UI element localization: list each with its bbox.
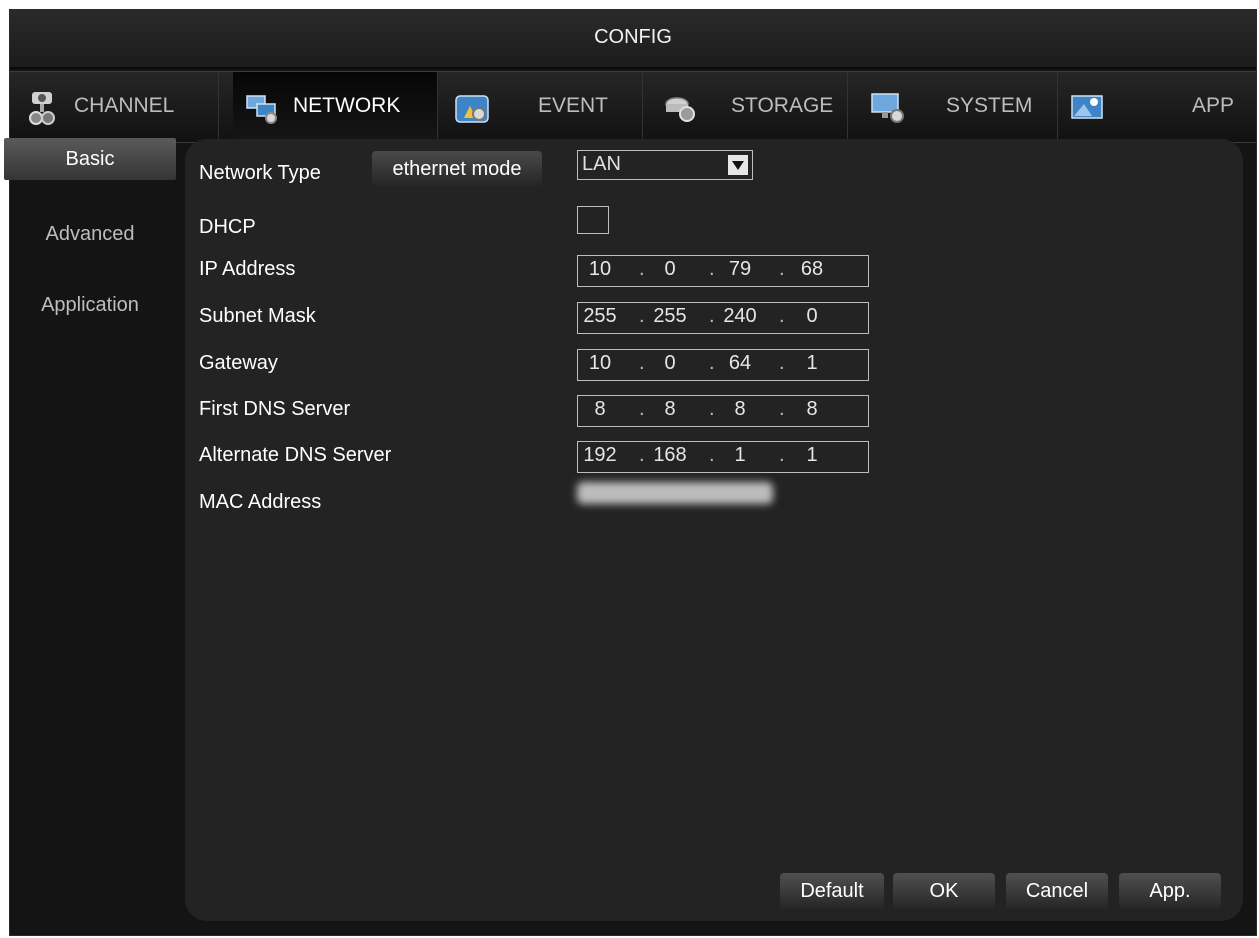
- ip-octet[interactable]: 0: [648, 258, 692, 281]
- ok-button[interactable]: OK: [893, 873, 995, 909]
- ip-octet[interactable]: 192: [578, 444, 622, 467]
- octet-separator: .: [779, 258, 785, 280]
- network-type-select[interactable]: LAN: [577, 150, 753, 180]
- ip-octet[interactable]: 1: [718, 444, 762, 467]
- tab-event[interactable]: EVENT: [438, 72, 643, 142]
- dropdown-arrow-icon: [728, 155, 748, 175]
- cancel-button[interactable]: Cancel: [1006, 873, 1108, 909]
- ip-octet[interactable]: 1: [790, 444, 834, 467]
- tab-label: NETWORK: [293, 94, 401, 117]
- network-icon: [246, 95, 277, 124]
- octet-separator: .: [639, 258, 645, 280]
- octet-separator: .: [779, 352, 785, 374]
- mac-address-label: MAC Address: [199, 491, 322, 513]
- ip-octet[interactable]: 8: [718, 398, 762, 421]
- apply-button[interactable]: App.: [1119, 873, 1221, 909]
- storage-icon: [665, 97, 695, 122]
- ip-octet[interactable]: 64: [718, 352, 762, 375]
- gateway-field[interactable]: 10 . 0 . 64 . 1: [577, 349, 869, 381]
- ip-octet[interactable]: 8: [578, 398, 622, 421]
- tab-label: CHANNEL: [74, 94, 175, 117]
- default-button[interactable]: Default: [780, 873, 884, 909]
- network-type-label: Network Type: [199, 162, 321, 184]
- tab-bar: CHANNEL NETWORK EVENT STORAGE SYSTEM APP: [10, 71, 1256, 143]
- octet-separator: .: [779, 444, 785, 466]
- window-title: CONFIG: [594, 26, 672, 48]
- tab-channel[interactable]: CHANNEL: [10, 72, 219, 142]
- tab-label: APP: [1192, 94, 1235, 117]
- tab-label: SYSTEM: [946, 94, 1033, 117]
- ip-octet[interactable]: 8: [790, 398, 834, 421]
- first-dns-field[interactable]: 8 . 8 . 8 . 8: [577, 395, 869, 427]
- ip-octet[interactable]: 1: [790, 352, 834, 375]
- ip-octet[interactable]: 0: [648, 352, 692, 375]
- dhcp-label: DHCP: [199, 216, 256, 238]
- ethernet-mode-button[interactable]: ethernet mode: [372, 151, 542, 187]
- ip-octet[interactable]: 10: [578, 258, 622, 281]
- mac-address-value-redacted: [577, 482, 773, 504]
- ip-address-label: IP Address: [199, 258, 296, 280]
- subnet-mask-field[interactable]: 255 . 255 . 240 . 0: [577, 302, 869, 334]
- ip-octet[interactable]: 10: [578, 352, 622, 375]
- ip-octet[interactable]: 240: [718, 305, 762, 328]
- octet-separator: .: [779, 398, 785, 420]
- ip-octet[interactable]: 168: [648, 444, 692, 467]
- sidebar-item-basic[interactable]: Basic: [4, 138, 176, 180]
- tab-label: EVENT: [538, 94, 609, 117]
- octet-separator: .: [709, 398, 715, 420]
- octet-separator: .: [709, 258, 715, 280]
- gateway-label: Gateway: [199, 352, 278, 374]
- sidebar-item-application[interactable]: Application: [4, 284, 176, 326]
- tab-storage[interactable]: STORAGE: [643, 72, 848, 142]
- ip-octet[interactable]: 255: [578, 305, 622, 328]
- dhcp-checkbox[interactable]: [577, 206, 609, 234]
- tab-system[interactable]: SYSTEM: [848, 72, 1058, 142]
- sidebar-item-advanced[interactable]: Advanced: [4, 213, 176, 255]
- alternate-dns-field[interactable]: 192 . 168 . 1 . 1: [577, 441, 869, 473]
- camera-icon: [29, 92, 55, 125]
- octet-separator: .: [639, 398, 645, 420]
- ip-octet[interactable]: 8: [648, 398, 692, 421]
- octet-separator: .: [639, 305, 645, 327]
- network-type-value: LAN: [582, 153, 621, 175]
- ip-octet[interactable]: 0: [790, 305, 834, 328]
- subnet-mask-label: Subnet Mask: [199, 305, 316, 327]
- octet-separator: .: [709, 352, 715, 374]
- octet-separator: .: [779, 305, 785, 327]
- event-icon: [455, 95, 489, 123]
- app-icon: [1071, 95, 1103, 119]
- ip-octet[interactable]: 68: [790, 258, 834, 281]
- first-dns-label: First DNS Server: [199, 398, 351, 420]
- ip-octet[interactable]: 255: [648, 305, 692, 328]
- tab-label: STORAGE: [731, 94, 834, 117]
- octet-separator: .: [709, 444, 715, 466]
- tab-network[interactable]: NETWORK: [233, 72, 438, 142]
- ip-address-field[interactable]: 10 . 0 . 79 . 68: [577, 255, 869, 287]
- ip-octet[interactable]: 79: [718, 258, 762, 281]
- alternate-dns-label: Alternate DNS Server: [199, 444, 392, 466]
- system-icon: [871, 93, 904, 123]
- octet-separator: .: [639, 352, 645, 374]
- tab-app[interactable]: APP: [1058, 72, 1257, 142]
- octet-separator: .: [709, 305, 715, 327]
- title-bar: CONFIG: [10, 10, 1256, 69]
- octet-separator: .: [639, 444, 645, 466]
